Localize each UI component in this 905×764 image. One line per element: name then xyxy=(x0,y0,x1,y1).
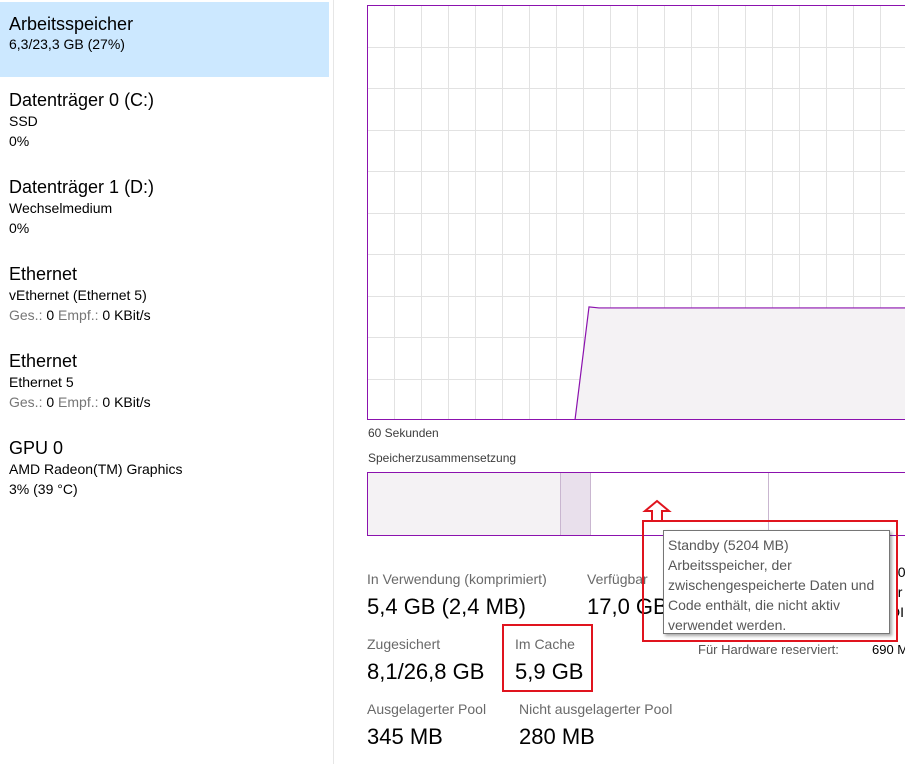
sidebar-item-usage: 0% xyxy=(9,133,30,149)
sidebar-item-title: GPU 0 xyxy=(9,438,64,458)
nonpaged-pool-label: Nicht ausgelagerter Pool xyxy=(519,701,673,717)
sidebar-item-subtitle: AMD Radeon(TM) Graphics xyxy=(9,461,183,477)
sidebar-item-disk-0[interactable]: Datenträger 0 (C:) SSD 0% xyxy=(0,89,329,161)
in-use-label: In Verwendung (komprimiert) xyxy=(367,571,547,587)
recv-value: 0 KBit/s xyxy=(102,307,151,323)
sidebar: Arbeitsspeicher 6,3/23,3 GB (27%) Datent… xyxy=(0,0,333,764)
send-label: Ges.: xyxy=(9,394,43,410)
sidebar-item-subtitle: vEthernet (Ethernet 5) xyxy=(9,287,147,303)
sidebar-divider[interactable] xyxy=(333,0,334,764)
available-label: Verfügbar xyxy=(587,571,648,587)
sidebar-item-throughput: Ges.: 0 Empf.: 0 KBit/s xyxy=(9,305,329,325)
sidebar-item-memory[interactable]: Arbeitsspeicher 6,3/23,3 GB (27%) xyxy=(0,2,329,77)
sidebar-item-subtitle: Wechselmedium xyxy=(9,200,113,216)
time-axis-label: 60 Sekunden xyxy=(368,426,439,440)
sidebar-item-usage: 0% xyxy=(9,220,30,236)
composition-modified[interactable] xyxy=(560,472,591,536)
hw-reserved-label: Für Hardware reserviert: xyxy=(698,642,839,657)
cached-highlight-box xyxy=(502,624,593,692)
recv-label: Empf.: xyxy=(58,307,99,323)
sidebar-item-ethernet[interactable]: Ethernet Ethernet 5 Ges.: 0 Empf.: 0 KBi… xyxy=(0,350,329,422)
send-value: 0 xyxy=(46,394,55,410)
sidebar-item-title: Arbeitsspeicher xyxy=(9,14,134,34)
hw-reserved-value: 690 MB xyxy=(872,642,905,657)
sidebar-item-gpu[interactable]: GPU 0 AMD Radeon(TM) Graphics 3% (39 °C) xyxy=(0,437,329,509)
sidebar-item-title: Datenträger 0 (C:) xyxy=(9,90,155,110)
nonpaged-pool-value: 280 MB xyxy=(519,724,595,749)
memory-usage-area xyxy=(575,306,905,420)
paged-pool-label: Ausgelagerter Pool xyxy=(367,701,487,717)
sidebar-item-subtitle: 6,3/23,3 GB (27%) xyxy=(9,36,125,52)
composition-title: Speicherzusammensetzung xyxy=(368,451,517,465)
sidebar-item-subtitle: Ethernet 5 xyxy=(9,374,74,390)
tooltip-highlight-box xyxy=(642,520,898,642)
committed-label: Zugesichert xyxy=(367,636,441,652)
send-label: Ges.: xyxy=(9,307,43,323)
sidebar-item-ethernet-v[interactable]: Ethernet vEthernet (Ethernet 5) Ges.: 0 … xyxy=(0,263,329,335)
recv-value: 0 KBit/s xyxy=(102,394,151,410)
sidebar-item-title: Ethernet xyxy=(9,264,78,284)
composition-in-use[interactable] xyxy=(367,472,561,536)
paged-pool-value: 345 MB xyxy=(367,724,443,749)
sidebar-item-usage: 3% (39 °C) xyxy=(9,481,78,497)
sidebar-item-subtitle: SSD xyxy=(9,113,38,129)
send-value: 0 xyxy=(46,307,55,323)
sidebar-item-throughput: Ges.: 0 Empf.: 0 KBit/s xyxy=(9,392,329,412)
recv-label: Empf.: xyxy=(58,394,99,410)
sidebar-item-title: Ethernet xyxy=(9,351,78,371)
sidebar-item-disk-1[interactable]: Datenträger 1 (D:) Wechselmedium 0% xyxy=(0,176,329,248)
sidebar-item-title: Datenträger 1 (D:) xyxy=(9,177,155,197)
in-use-value: 5,4 GB (2,4 MB) xyxy=(367,594,526,619)
memory-usage-graph xyxy=(367,5,905,420)
committed-value: 8,1/26,8 GB xyxy=(367,659,485,684)
